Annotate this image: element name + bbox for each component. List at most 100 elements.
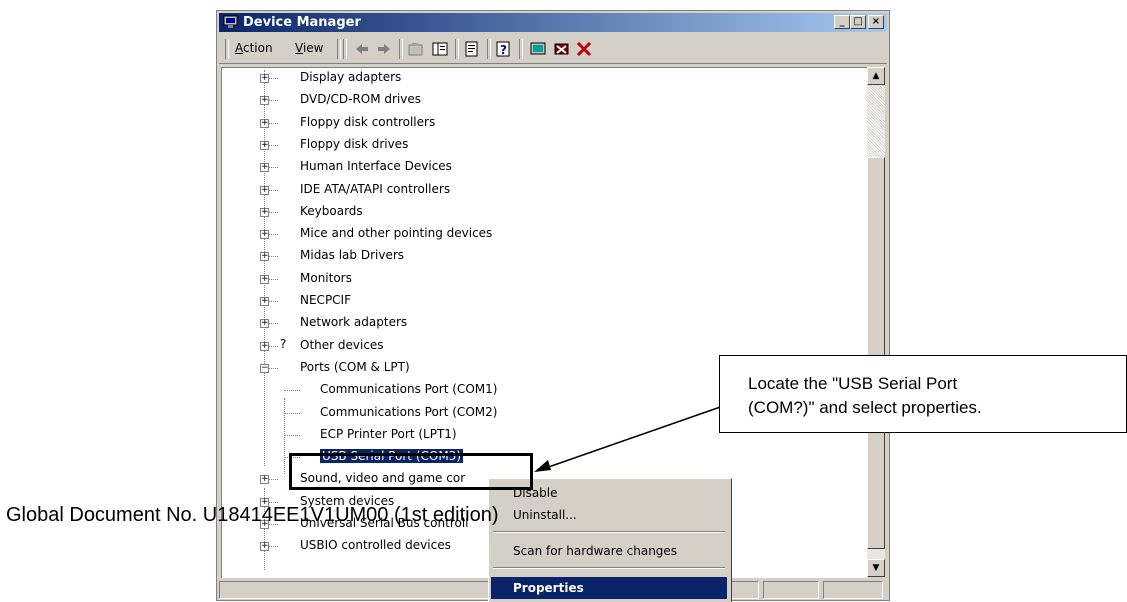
- tree-item-label: Floppy disk drives: [300, 137, 409, 151]
- tree-category[interactable]: + Human Interface Devices: [222, 157, 862, 177]
- title-bar[interactable]: Device Manager _ □ ×: [219, 13, 887, 32]
- expand-button[interactable]: +: [260, 186, 269, 195]
- tree-item-label: IDE ATA/ATAPI controllers: [300, 182, 451, 196]
- port-label: ECP Printer Port (LPT1): [320, 427, 457, 441]
- document-footer: Global Document No. U18414EE1V1UM00 (1st…: [6, 504, 499, 526]
- back-arrow-icon[interactable]: [353, 41, 371, 57]
- properties-icon[interactable]: [463, 41, 481, 57]
- port-icon: [302, 404, 318, 420]
- callout-arrow: [534, 404, 727, 472]
- tree-category[interactable]: + NECPCIF: [222, 291, 862, 311]
- tree-item-label: Midas lab Drivers: [300, 248, 405, 262]
- tree-line: [284, 435, 300, 436]
- tree-category[interactable]: + Keyboards: [222, 202, 862, 222]
- view-menu[interactable]: View: [295, 41, 323, 55]
- floppy-drive-icon: [280, 136, 296, 152]
- tree-category[interactable]: + Midas lab Drivers: [222, 246, 862, 266]
- tree-category[interactable]: + Network adapters: [222, 313, 862, 333]
- tree-category[interactable]: + Display adapters: [222, 68, 862, 88]
- toolbar-separator: [519, 39, 523, 59]
- properties-menu-item[interactable]: Properties: [491, 577, 727, 599]
- scroll-down-button[interactable]: ▼: [867, 559, 885, 577]
- svg-text:?: ?: [280, 337, 287, 351]
- tree-category[interactable]: + Floppy disk drives: [222, 135, 862, 155]
- show-hide-tree-icon[interactable]: [431, 41, 449, 57]
- tree-category[interactable]: + Floppy disk controllers: [222, 113, 862, 133]
- expand-button[interactable]: +: [260, 163, 269, 172]
- expand-button[interactable]: +: [260, 297, 269, 306]
- tree-line: [284, 413, 300, 414]
- expand-button[interactable]: +: [260, 141, 269, 150]
- tree-item-label: Human Interface Devices: [300, 159, 452, 173]
- tree-item-label: Other devices: [300, 338, 384, 352]
- expand-button[interactable]: +: [260, 96, 269, 105]
- vertical-scrollbar[interactable]: ▲ ▼: [867, 67, 885, 577]
- tree-category[interactable]: + DVD/CD-ROM drives: [222, 90, 862, 110]
- toolbar-separator: [337, 39, 341, 59]
- menu-separator: [493, 531, 725, 533]
- question-icon: ?: [280, 337, 296, 353]
- disc-drive-icon: [280, 91, 296, 107]
- scroll-thumb[interactable]: [867, 157, 885, 549]
- scroll-track[interactable]: [867, 85, 885, 157]
- scan-hardware-icon[interactable]: [529, 41, 547, 57]
- action-menu[interactable]: Action: [235, 41, 273, 55]
- minimize-button[interactable]: _: [834, 15, 850, 29]
- up-level-icon[interactable]: [407, 41, 425, 57]
- keyboard-icon: [280, 203, 296, 219]
- tree-item-label: Display adapters: [300, 70, 402, 84]
- port-label: Communications Port (COM1): [320, 382, 498, 396]
- callout-box: Locate the "USB Serial Port (COM?)" and …: [719, 355, 1127, 433]
- window-title: Device Manager: [243, 15, 361, 30]
- toolbar-separator: [487, 39, 491, 59]
- status-pane: [823, 581, 883, 599]
- menu-separator: [493, 567, 725, 569]
- monitor-icon: [280, 69, 296, 85]
- expand-button[interactable]: +: [260, 252, 269, 261]
- expand-button[interactable]: +: [260, 119, 269, 128]
- port-label: Communications Port (COM2): [320, 405, 498, 419]
- forward-arrow-icon[interactable]: [375, 41, 393, 57]
- close-button[interactable]: ×: [868, 15, 884, 29]
- expand-button[interactable]: +: [260, 230, 269, 239]
- tree-item-label: DVD/CD-ROM drives: [300, 92, 422, 106]
- tree-item-label: Mice and other pointing devices: [300, 226, 493, 240]
- expand-button[interactable]: +: [260, 208, 269, 217]
- maximize-button[interactable]: □: [850, 15, 866, 29]
- toolbar-separator: [455, 39, 459, 59]
- port-icon: [280, 359, 296, 375]
- expand-button[interactable]: +: [260, 319, 269, 328]
- help-icon[interactable]: ?: [495, 41, 513, 57]
- device-manager-icon: [223, 15, 238, 28]
- expand-button[interactable]: +: [260, 74, 269, 83]
- tree-item-label: Keyboards: [300, 204, 363, 218]
- network-icon: [280, 314, 296, 330]
- toolbar: Action View ?: [219, 35, 887, 64]
- expand-button[interactable]: +: [260, 475, 269, 484]
- tree-item-label: Ports (COM & LPT): [300, 360, 410, 374]
- controller-icon: [280, 114, 296, 130]
- toolbar-separator: [399, 39, 403, 59]
- tree-category[interactable]: + IDE ATA/ATAPI controllers: [222, 180, 862, 200]
- controller-icon: [280, 181, 296, 197]
- scroll-up-button[interactable]: ▲: [867, 67, 885, 85]
- expand-button[interactable]: +: [260, 275, 269, 284]
- toolbar-grip: [225, 39, 229, 59]
- port-icon: [302, 426, 318, 442]
- tree-category[interactable]: + Monitors: [222, 269, 862, 289]
- collapse-button[interactable]: −: [260, 364, 269, 373]
- mouse-icon: [280, 225, 296, 241]
- tree-category[interactable]: +? Other devices: [222, 336, 862, 356]
- tree-category[interactable]: + Mice and other pointing devices: [222, 224, 862, 244]
- tree-item-label: NECPCIF: [300, 293, 351, 307]
- uninstall-menu-item[interactable]: Uninstall...: [491, 504, 727, 526]
- port-icon: [302, 381, 318, 397]
- scan-hardware-menu-item[interactable]: Scan for hardware changes: [491, 540, 727, 562]
- expand-button[interactable]: +: [260, 542, 269, 551]
- disable-device-icon[interactable]: [575, 41, 593, 57]
- usb-icon: [280, 537, 296, 553]
- expand-button[interactable]: +: [260, 342, 269, 351]
- hid-icon: [280, 158, 296, 174]
- uninstall-device-icon[interactable]: [553, 41, 571, 57]
- tree-item-label: Monitors: [300, 271, 352, 285]
